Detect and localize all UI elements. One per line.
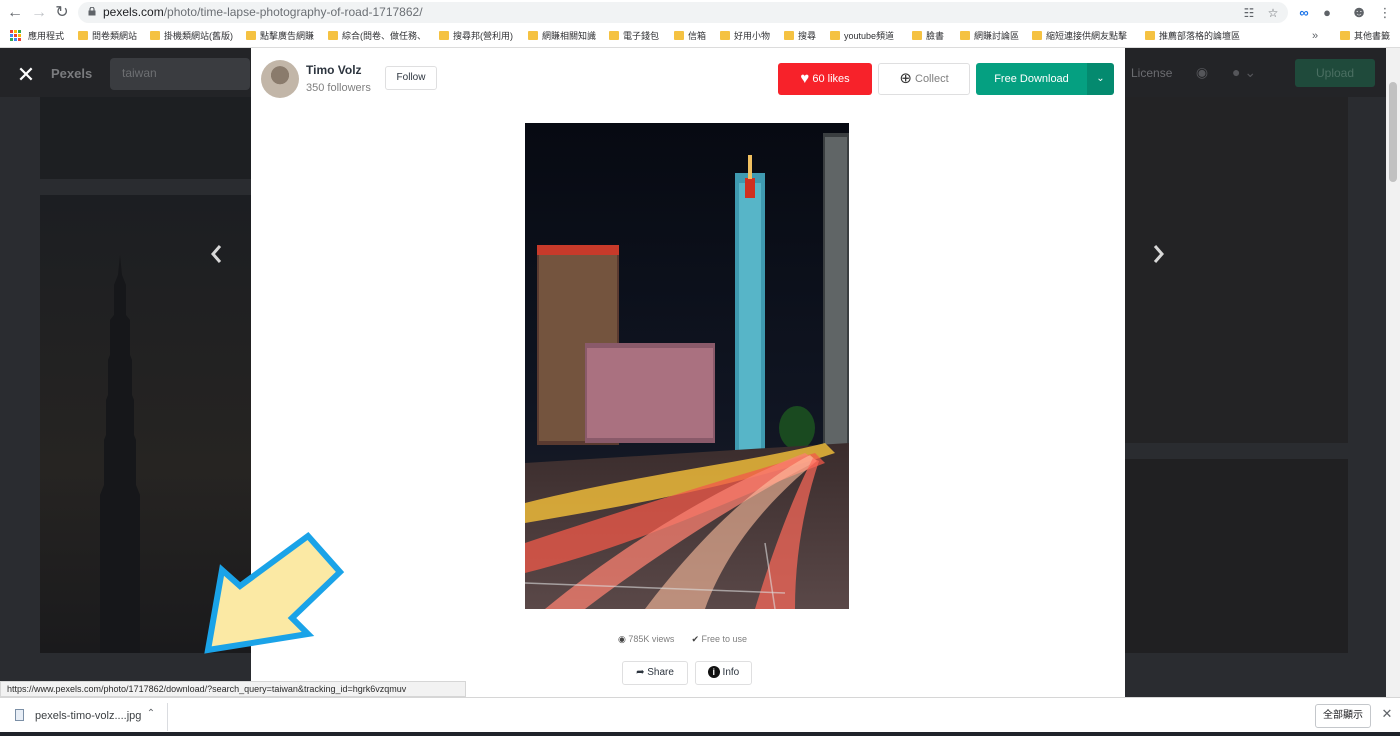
folder-icon [830,31,840,40]
author-name[interactable]: Timo Volz [306,63,362,77]
folder-icon [439,31,449,40]
collect-label: Collect [915,73,949,85]
photo-tile[interactable] [1125,459,1348,653]
info-icon: i [707,666,720,678]
photo-modal: Timo Volz 350 followers Follow ♥ 60 like… [251,48,1125,697]
bookmarks-bar: 應用程式 問卷類網站 掛機類網站(舊版) 點擊廣告網賺 綜合(問卷、做任務、 搜… [0,26,1400,46]
url-text: pexels.com/photo/time-lapse-photography-… [103,5,423,19]
download-shelf: pexels-timo-volz....jpg ⌃ 全部顯示 ✕ [0,697,1400,736]
folder-icon [912,31,922,40]
photo-tile[interactable] [40,97,252,179]
folder-icon [720,31,730,40]
bookmark-folder[interactable]: 推薦部落格的論壇區 [1145,29,1240,43]
follow-button[interactable]: Follow [385,66,437,90]
site-logo[interactable]: Pexels [51,66,92,81]
bookmark-folder[interactable]: 好用小物 [720,29,770,43]
photo-image[interactable] [525,123,849,609]
bookmark-folder[interactable]: 臉書 [912,29,944,43]
photo-tile[interactable] [1125,97,1348,443]
back-icon[interactable]: ← [5,3,25,23]
folder-icon [246,31,256,40]
bookmark-folder[interactable]: 網賺討論區 [960,29,1019,43]
extension-circle-icon[interactable]: ● [1317,3,1337,23]
account-menu-icon[interactable]: ● ⌄ [1232,64,1262,82]
heart-icon: ♥ [800,70,810,87]
share-button[interactable]: ➦ Share [622,661,688,685]
bookmark-other[interactable]: 其他書籤 [1340,29,1390,43]
bookmark-folder[interactable]: 搜尋邦(營利用) [439,29,513,43]
share-label: Share [647,667,674,678]
chevron-down-icon[interactable]: ⌄ [1087,63,1114,95]
folder-icon [78,31,88,40]
scrollbar-thumb[interactable] [1389,82,1397,182]
views-count: 785K views [628,634,675,644]
bookmark-folder[interactable]: 掛機類網站(舊版) [150,29,233,43]
share-icon: ➦ [636,667,645,678]
folder-icon [674,31,684,40]
bookmark-apps[interactable]: 應用程式 [14,29,64,43]
author-followers: 350 followers [306,82,371,94]
address-bar[interactable]: pexels.com/photo/time-lapse-photography-… [78,2,1288,23]
taskbar-strip [0,732,1400,736]
bookmark-folder[interactable]: 縮短連接供網友點擊 [1032,29,1127,43]
downloaded-file-name[interactable]: pexels-timo-volz....jpg [35,710,141,722]
photo-stats: ◉ 785K views ✔ Free to use [618,634,747,645]
divider [167,703,168,731]
bookmark-folder[interactable]: 綜合(問卷、做任務、 [328,29,426,43]
status-bar-url: https://www.pexels.com/photo/1717862/dow… [0,681,466,697]
bookmark-folder[interactable]: 信箱 [674,29,706,43]
folder-icon [1340,31,1350,40]
avatar[interactable] [261,60,299,98]
url-host: pexels.com [103,5,164,19]
close-icon[interactable]: ✕ [1379,706,1395,722]
bookmark-folder[interactable]: 網賺相關知識 [528,29,596,43]
translate-icon[interactable]: ☷ [1241,5,1257,21]
license-text[interactable]: Free to use [702,634,748,644]
folder-icon [1032,31,1042,40]
bookmark-folder[interactable]: 搜尋 [784,29,816,43]
lock-icon [88,7,96,16]
search-input[interactable]: taiwan [110,58,250,90]
extension-infinity-icon[interactable]: ∞ [1294,3,1314,23]
folder-icon [784,31,794,40]
folder-icon [609,31,619,40]
close-icon[interactable]: ✕ [12,61,40,89]
eye-icon: ◉ [618,634,626,644]
show-all-button[interactable]: 全部顯示 [1315,704,1371,728]
chevron-up-icon[interactable]: ⌃ [143,706,159,722]
annotation-arrow [204,531,345,654]
upload-button[interactable]: Upload [1295,59,1375,87]
likes-count: 60 likes [812,73,850,85]
download-button[interactable]: Free Download [976,63,1087,95]
info-button[interactable]: i Info [695,661,752,685]
profile-icon[interactable]: ☻ [1349,3,1369,23]
browser-toolbar: ← → ↻ pexels.com/photo/time-lapse-photog… [0,0,1400,48]
url-path: /photo/time-lapse-photography-of-road-17… [163,5,423,19]
bookmark-folder[interactable]: 點擊廣告網賺 [246,29,314,43]
check-circle-icon: ✔ [691,634,699,644]
previous-photo-icon[interactable] [205,240,229,268]
info-label: Info [722,667,740,678]
plus-circle-icon: ⊕ [899,70,912,87]
folder-icon [328,31,338,40]
menu-kebab-icon[interactable]: ⋮ [1375,3,1395,23]
reload-icon[interactable]: ↻ [52,3,72,23]
folder-icon [960,31,970,40]
scrollbar[interactable] [1386,48,1400,697]
folder-icon [528,31,538,40]
bookmark-folder[interactable]: youtube頻道 [830,29,894,43]
bookmarks-overflow-icon[interactable]: » [1312,29,1318,43]
file-icon [15,709,24,721]
license-link[interactable]: License [1131,66,1172,80]
forward-icon[interactable]: → [29,3,49,23]
next-photo-icon[interactable] [1146,240,1170,268]
bookmark-folder[interactable]: 電子錢包 [609,29,659,43]
folder-icon [1145,31,1155,40]
like-button[interactable]: ♥ 60 likes [778,63,872,95]
star-icon[interactable]: ☆ [1265,5,1281,21]
folder-icon [150,31,160,40]
bookmark-folder[interactable]: 問卷類網站 [78,29,137,43]
bell-icon[interactable]: ◉ [1193,64,1211,82]
collect-button[interactable]: ⊕ Collect [878,63,970,95]
